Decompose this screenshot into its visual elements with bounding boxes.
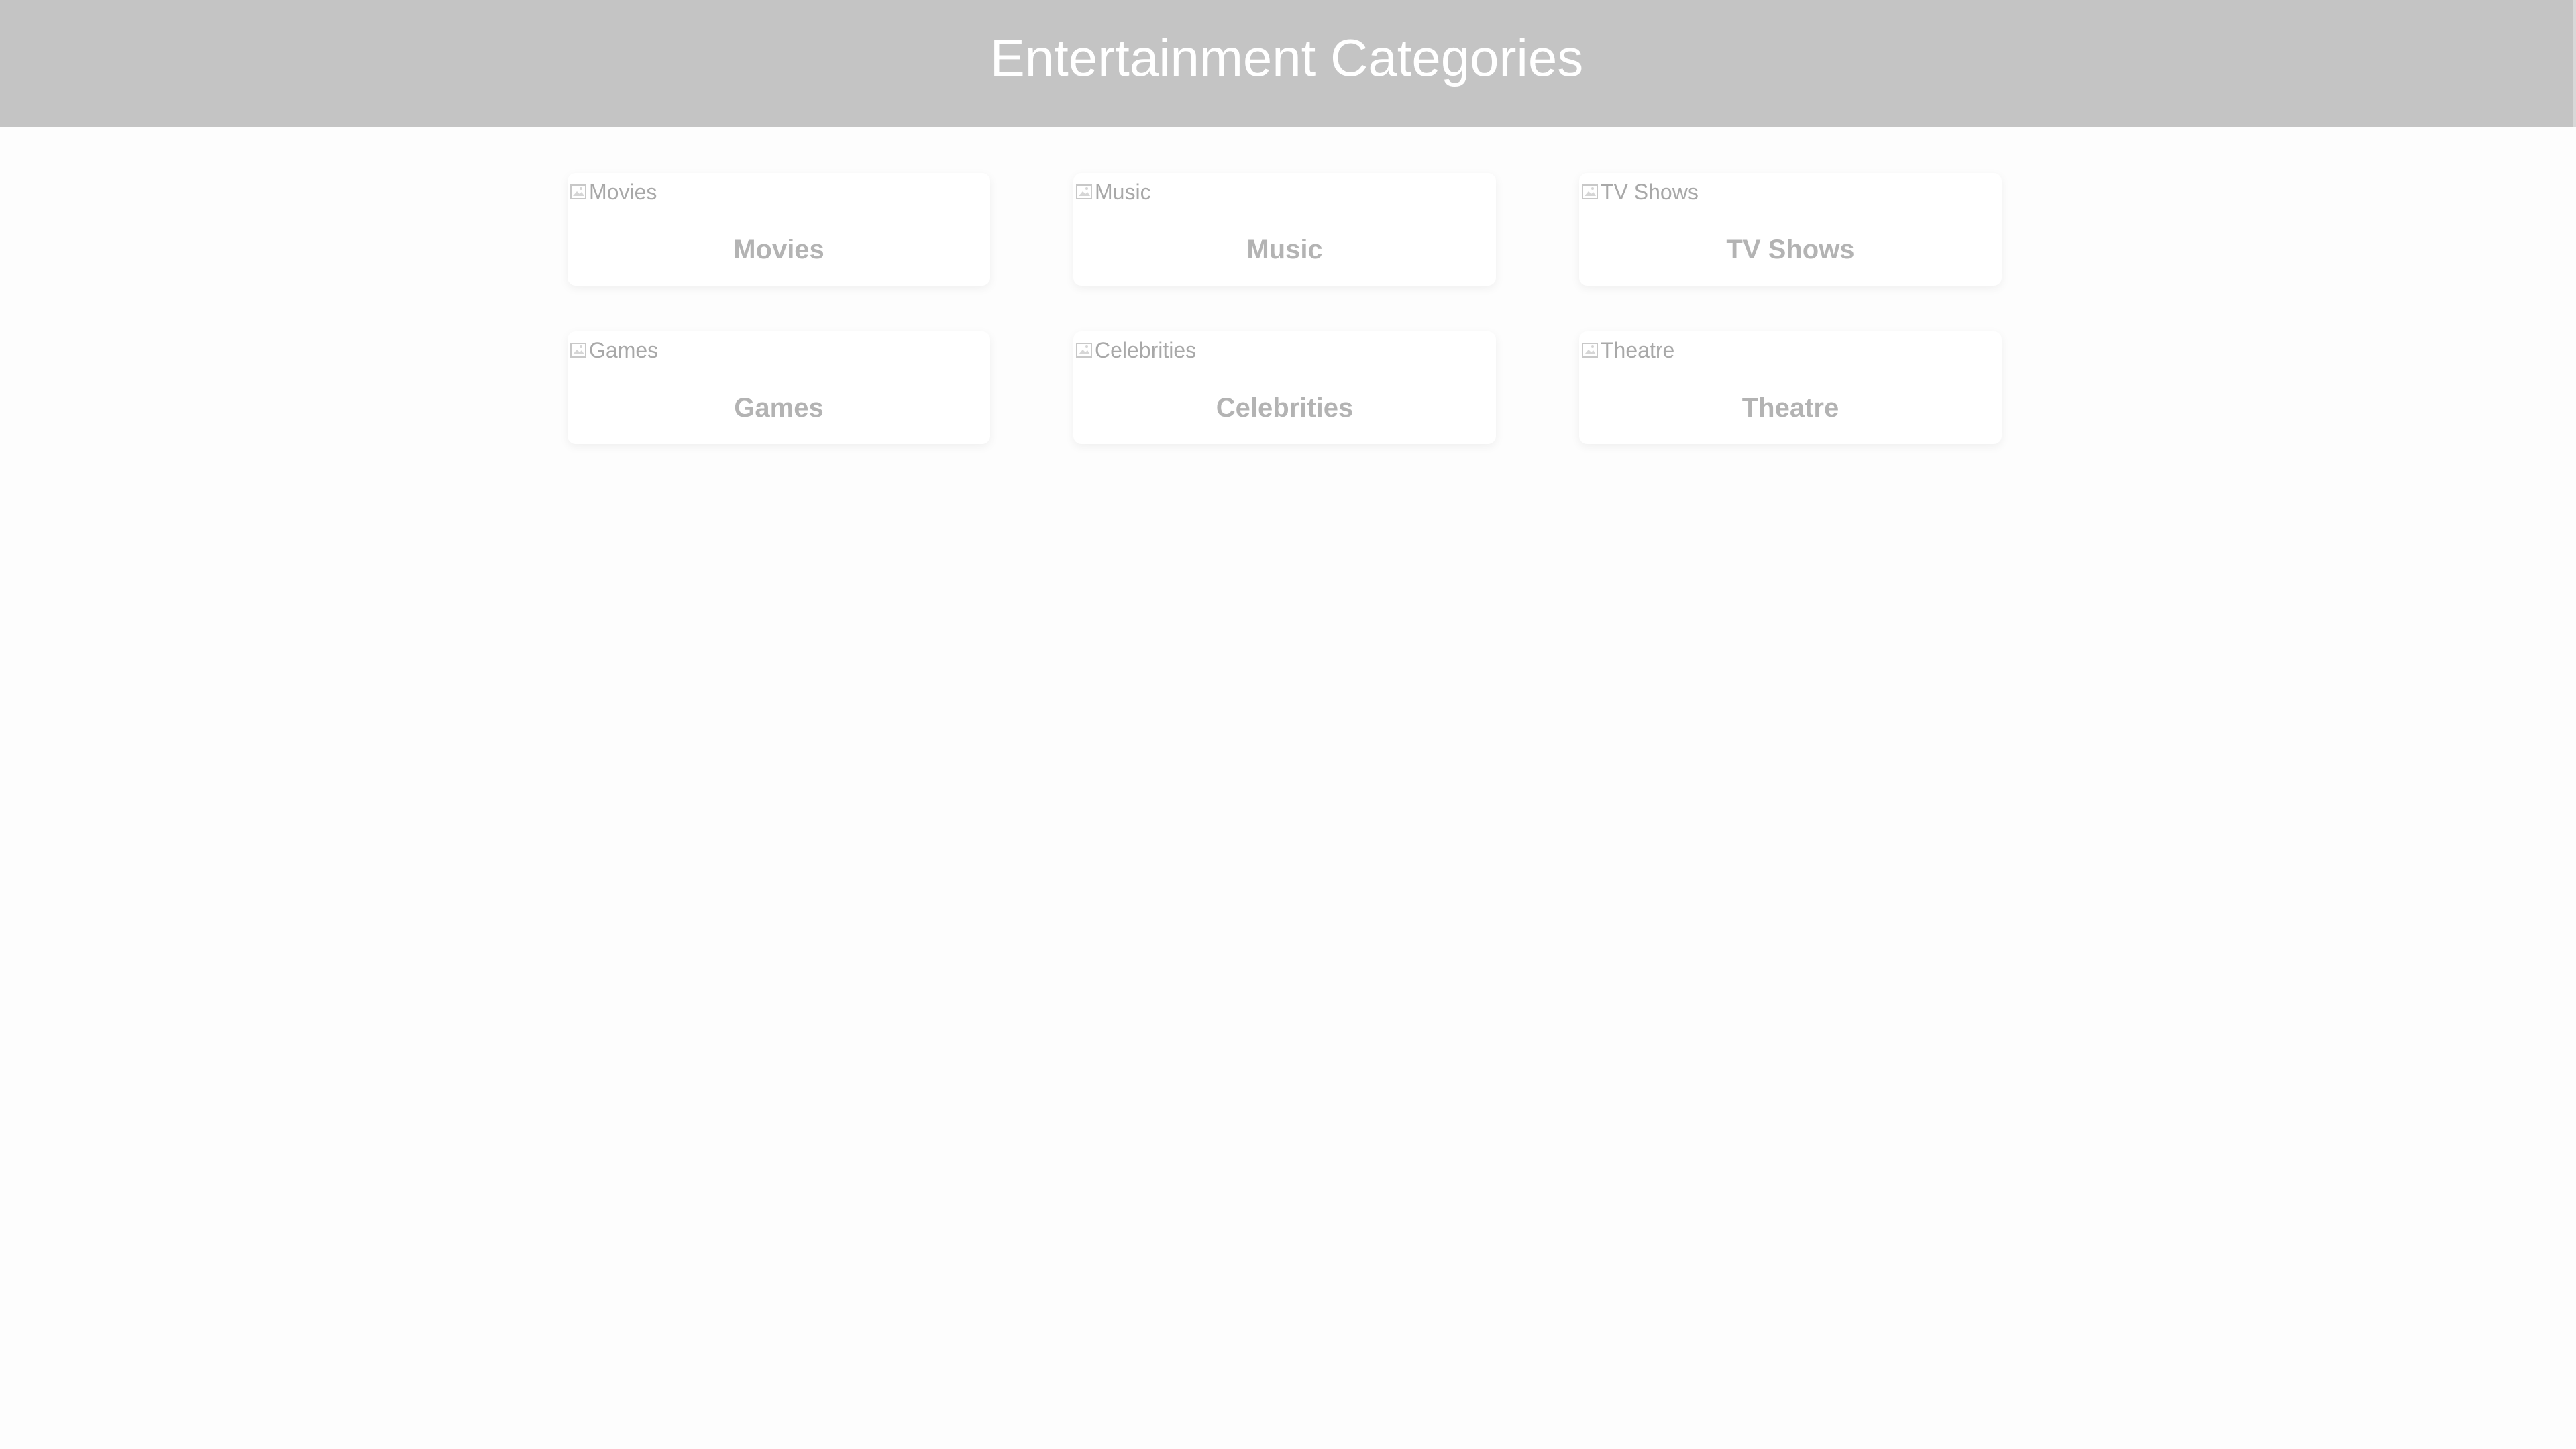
category-card-music[interactable]: Music Music [1073,173,1496,286]
image-alt-text: Music [1095,179,1151,204]
image-alt-text: Games [589,337,659,362]
category-card-theatre[interactable]: Theatre Theatre [1579,331,2002,444]
category-title[interactable]: TV Shows [1579,235,2002,265]
page-title: Entertainment Categories [989,28,1584,87]
category-card-games[interactable]: Games Games [568,331,990,444]
image-alt-text: Movies [589,179,657,204]
category-title[interactable]: Celebrities [1073,393,1496,423]
category-image[interactable]: TV Shows [1580,176,1699,208]
category-title[interactable]: Movies [568,235,990,265]
category-card-celebrities[interactable]: Celebrities Celebrities [1073,331,1496,444]
broken-image-icon [1075,340,1095,360]
category-image[interactable]: Games [569,334,658,366]
category-title[interactable]: Games [568,393,990,423]
category-grid: Movies Movies Music Music TV Shows TV Sh… [568,173,2003,444]
category-image[interactable]: Music [1075,176,1151,208]
category-image[interactable]: Celebrities [1075,334,1196,366]
category-title[interactable]: Music [1073,235,1496,265]
broken-image-icon [569,182,589,202]
page-header: Entertainment Categories [0,0,2573,127]
image-alt-text: TV Shows [1601,179,1699,204]
category-image[interactable]: Theatre [1580,334,1674,366]
broken-image-icon [1075,182,1095,202]
scrollbar[interactable] [2573,0,2576,127]
broken-image-icon [569,340,589,360]
category-card-movies[interactable]: Movies Movies [568,173,990,286]
category-image[interactable]: Movies [569,176,657,208]
broken-image-icon [1580,340,1601,360]
category-card-tv-shows[interactable]: TV Shows TV Shows [1579,173,2002,286]
category-title[interactable]: Theatre [1579,393,2002,423]
image-alt-text: Theatre [1601,337,1675,362]
broken-image-icon [1580,182,1601,202]
image-alt-text: Celebrities [1095,337,1197,362]
